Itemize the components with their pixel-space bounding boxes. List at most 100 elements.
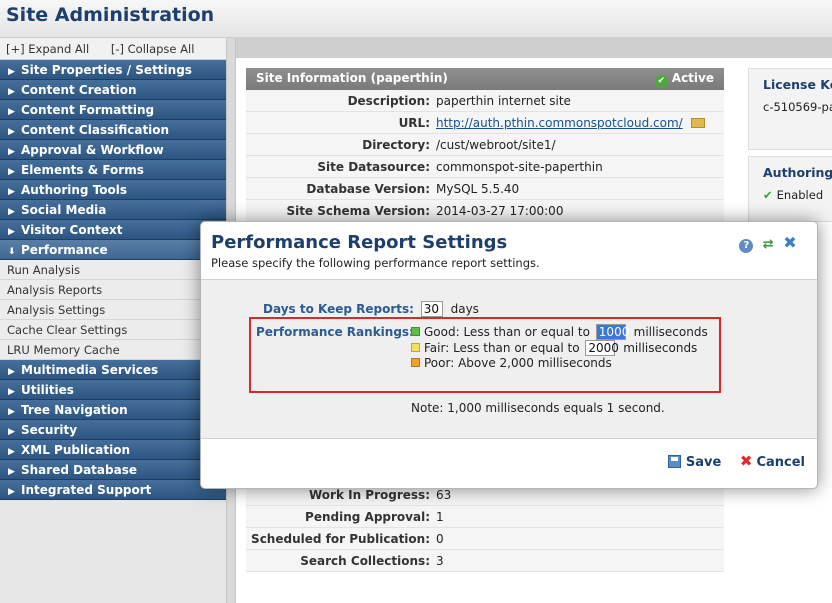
sidebar-item-visitor-context[interactable]: ▶ Visitor Context — [0, 220, 226, 240]
folder-icon[interactable] — [690, 118, 705, 128]
sidebar-item-authoring-tools[interactable]: ▶ Authoring Tools — [0, 180, 226, 200]
help-icon[interactable]: ? — [739, 239, 754, 253]
cancel-label: Cancel — [756, 455, 805, 470]
sidebar-item-label: Integrated Support — [21, 483, 152, 497]
sidebar-item-label: Authoring Tools — [21, 183, 128, 197]
chevron-down-icon: ⬇ — [8, 247, 16, 257]
green-square-icon — [411, 327, 420, 336]
sidebar-item-approval-workflow[interactable]: ▶ Approval & Workflow — [0, 140, 226, 160]
info-row-scheduled-for-publication: Scheduled for Publication: 0 — [246, 528, 724, 550]
fair-text: Fair: Less than or equal to — [424, 341, 580, 355]
ranking-fair-row: Fair: Less than or equal to 2000 millise… — [411, 340, 697, 356]
sidebar-item-social-media[interactable]: ▶ Social Media — [0, 200, 226, 220]
sidebar-item-performance[interactable]: ⬇ Performance — [0, 240, 226, 260]
sidebar-item-label: Multimedia Services — [21, 363, 159, 377]
dialog-footer: Save ✖ Cancel — [654, 452, 805, 470]
sidebar-item-content-creation[interactable]: ▶ Content Creation — [0, 80, 226, 100]
sidebar-subitem-lru-memory-cache[interactable]: LRU Memory Cache — [0, 340, 226, 360]
info-row-description: Description: paperthin internet site — [246, 90, 724, 112]
save-label: Save — [685, 455, 722, 470]
performance-settings-dialog: Performance Report Settings Please speci… — [200, 221, 818, 489]
sidebar-item-label: Shared Database — [21, 463, 137, 477]
info-row-site-schema-version: Site Schema Version: 2014-03-27 17:00:00 — [246, 200, 724, 222]
dialog-title: Performance Report Settings — [211, 232, 508, 253]
chevron-right-icon: ▶ — [8, 447, 15, 457]
sidebar-item-shared-database[interactable]: ▶ Shared Database — [0, 460, 226, 480]
sidebar-subitem-analysis-settings[interactable]: Analysis Settings — [0, 300, 226, 320]
sidebar-subitem-analysis-reports[interactable]: Analysis Reports — [0, 280, 226, 300]
orange-square-icon — [411, 358, 420, 367]
info-row-database-version: Database Version: MySQL 5.5.40 — [246, 178, 724, 200]
cancel-button[interactable]: ✖ Cancel — [740, 452, 805, 470]
sidebar-item-label: Utilities — [21, 383, 74, 397]
days-to-keep-input[interactable]: 30 — [420, 301, 443, 317]
info-value: 1 — [436, 510, 444, 524]
chevron-right-icon: ▶ — [8, 387, 15, 397]
sidebar-item-integrated-support[interactable]: ▶ Integrated Support — [0, 480, 226, 500]
info-value: 0 — [436, 532, 444, 546]
chevron-right-icon: ▶ — [8, 167, 15, 177]
chevron-right-icon: ▶ — [8, 207, 15, 217]
sidebar-item-label: Elements & Forms — [21, 163, 144, 177]
sidebar-item-elements-forms[interactable]: ▶ Elements & Forms — [0, 160, 226, 180]
expand-all-link[interactable]: [+] Expand All — [6, 42, 89, 56]
sidebar-item-site-properties-settings[interactable]: ▶ Site Properties / Settings — [0, 60, 226, 80]
info-value: 63 — [436, 488, 452, 502]
sidebar-item-utilities[interactable]: ▶ Utilities — [0, 380, 226, 400]
check-circle-icon: ✔ — [654, 75, 668, 88]
sidebar-item-label: Content Classification — [21, 123, 170, 137]
good-unit: milliseconds — [633, 325, 708, 339]
expand-collapse-row: [+] Expand All [-] Collapse All — [0, 38, 226, 60]
chevron-right-icon: ▶ — [8, 227, 15, 237]
chevron-right-icon: ▶ — [8, 87, 15, 97]
sidebar-item-tree-navigation[interactable]: ▶ Tree Navigation — [0, 400, 226, 420]
ranking-poor-row: Poor: Above 2,000 milliseconds — [411, 356, 612, 370]
authoring-status: ✔ Enabled — [763, 188, 829, 202]
close-icon[interactable]: ✖ — [783, 235, 797, 251]
site-information-header: Site Information (paperthin) ✔ Active — [246, 68, 724, 90]
save-button[interactable]: Save — [667, 455, 722, 470]
info-row-search-collections: Search Collections: 3 — [246, 550, 724, 572]
sidebar-item-label: Performance — [21, 243, 108, 257]
info-label: URL: — [398, 116, 430, 130]
info-row-directory: Directory: /cust/webroot/site1/ — [246, 134, 724, 156]
info-row-site-datasource: Site Datasource: commonspot-site-paperthi… — [246, 156, 724, 178]
chevron-right-icon: ▶ — [8, 107, 15, 117]
site-information-panel: Site Information (paperthin) ✔ Active Des… — [246, 68, 724, 222]
sidebar-item-label: Social Media — [21, 203, 107, 217]
site-url-link[interactable]: http://auth.pthin.commonspotcloud.com/ — [436, 116, 683, 130]
sidebar-item-xml-publication[interactable]: ▶ XML Publication — [0, 440, 226, 460]
sidebar-item-security[interactable]: ▶ Security — [0, 420, 226, 440]
authoring-box: Authoring S ✔Enabled — [748, 156, 832, 222]
sidebar-item-label: Site Properties / Settings — [21, 63, 192, 77]
info-row-pending-approval: Pending Approval: 1 — [246, 506, 724, 528]
dialog-body: Days to Keep Reports: 30 days Performanc… — [201, 279, 817, 439]
sidebar-item-multimedia-services[interactable]: ▶ Multimedia Services — [0, 360, 226, 380]
sidebar-subitem-run-analysis[interactable]: Run Analysis — [0, 260, 226, 280]
site-stats-rows: Work In Progress: 63 Pending Approval: 1 Sch… — [246, 484, 724, 572]
collapse-all-link[interactable]: [-] Collapse All — [111, 42, 195, 56]
days-unit: days — [450, 302, 479, 316]
page-title: Site Administration — [6, 4, 215, 26]
info-value: 3 — [436, 554, 444, 568]
fair-threshold-input[interactable]: 2000 — [585, 340, 619, 356]
status-badge: ✔ Active — [654, 71, 714, 88]
fair-unit: milliseconds — [623, 341, 698, 355]
save-icon — [667, 455, 681, 468]
info-label: Description: — [347, 94, 430, 108]
poor-text: Poor: Above 2,000 milliseconds — [424, 356, 612, 370]
sidebar-subitem-cache-clear-settings[interactable]: Cache Clear Settings — [0, 320, 226, 340]
sidebar-item-label: Content Creation — [21, 83, 137, 97]
info-value: /cust/webroot/site1/ — [436, 138, 556, 152]
sidebar-item-content-formatting[interactable]: ▶ Content Formatting — [0, 100, 226, 120]
refresh-icon[interactable]: ⇄ — [761, 238, 775, 252]
yellow-square-icon — [411, 343, 420, 352]
good-threshold-input[interactable]: 1000 — [595, 324, 629, 340]
performance-rankings-label: Performance Rankings: — [256, 325, 414, 339]
sidebar-item-label: Tree Navigation — [21, 403, 128, 417]
sidebar-item-content-classification[interactable]: ▶ Content Classification — [0, 120, 226, 140]
performance-rankings-box: Performance Rankings: Good: Less than or… — [249, 317, 721, 393]
info-row-url: URL: http://auth.pthin.commonspotcloud.co… — [246, 112, 724, 134]
chevron-right-icon: ▶ — [8, 407, 15, 417]
authoring-value: Enabled — [776, 188, 824, 202]
